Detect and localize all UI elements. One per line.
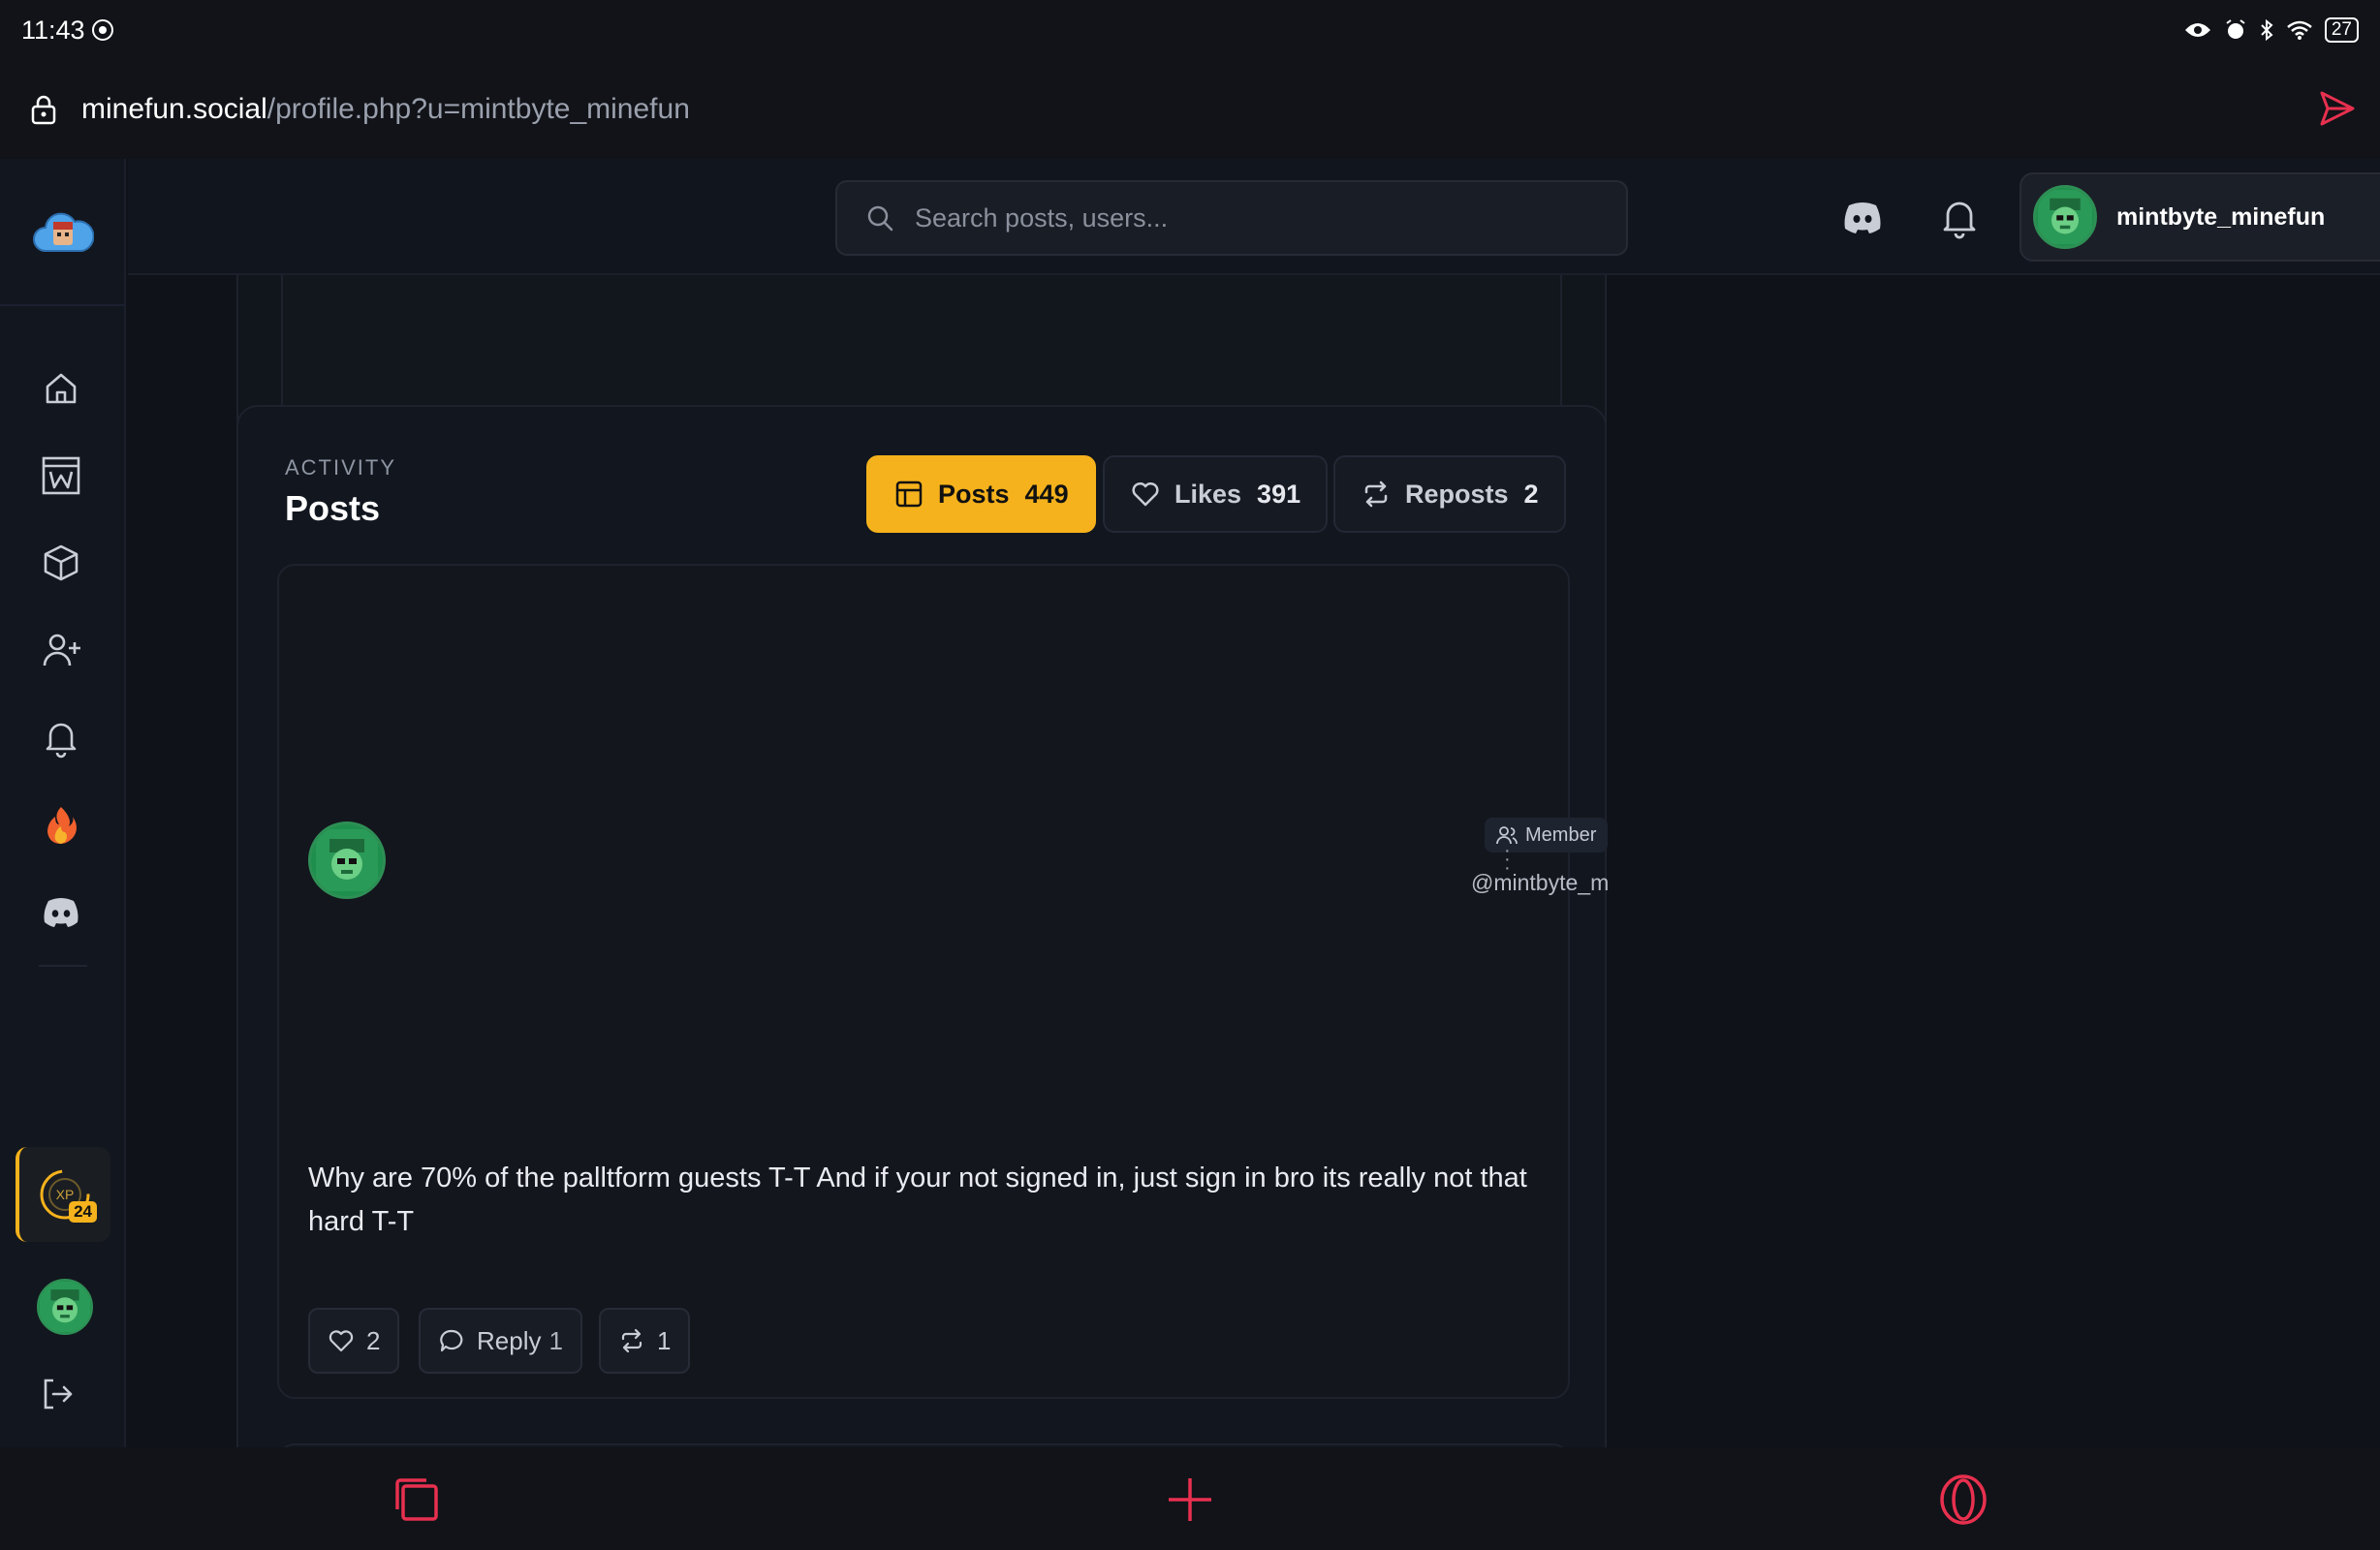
tab-likes[interactable]: Likes 391 xyxy=(1103,455,1329,533)
tabs-icon[interactable] xyxy=(390,1472,444,1527)
xp-level-card[interactable]: XP 24 xyxy=(16,1147,110,1242)
layout-icon xyxy=(895,480,923,508)
post-author-handle[interactable]: @mintbyte_m xyxy=(1471,870,1609,896)
repost-count: 1 xyxy=(657,1325,672,1355)
logout-icon xyxy=(44,1379,73,1410)
browser-bottom-bar xyxy=(0,1447,2380,1550)
wiki-icon xyxy=(42,456,80,495)
activity-card: ACTIVITY Posts Posts 449 Likes 391 Repos… xyxy=(236,405,1609,1447)
bell-icon xyxy=(46,723,77,759)
url-path: /profile.php?u=mintbyte_minefun xyxy=(266,93,690,125)
discord-icon xyxy=(44,898,78,927)
sidebar: XP 24 xyxy=(0,159,126,1447)
tab-posts[interactable]: Posts 449 xyxy=(866,455,1096,533)
tab-reposts-count: 2 xyxy=(1523,479,1539,509)
sidebar-item-home[interactable] xyxy=(31,358,91,418)
like-button[interactable]: 2 xyxy=(308,1308,400,1374)
wifi-icon xyxy=(2287,20,2312,40)
like-count: 2 xyxy=(366,1325,381,1355)
tab-posts-label: Posts xyxy=(938,479,1010,509)
app-notification-icon xyxy=(91,19,113,41)
bluetooth-icon xyxy=(2261,18,2273,42)
tab-reposts-label: Reposts xyxy=(1405,479,1509,509)
time-label: 11:43 xyxy=(21,15,85,45)
reply-button[interactable]: Reply 1 xyxy=(419,1308,582,1374)
eye-icon xyxy=(2184,23,2210,37)
cloud-logo-icon xyxy=(33,212,94,252)
reply-count: 1 xyxy=(548,1325,563,1355)
comment-icon xyxy=(440,1329,463,1352)
sidebar-item-add-friend[interactable] xyxy=(31,620,91,680)
tab-posts-count: 449 xyxy=(1024,479,1069,509)
bell-icon[interactable] xyxy=(1936,194,1983,240)
status-bar: 11:43 27 xyxy=(0,0,2380,60)
sidebar-item-notifications[interactable] xyxy=(31,707,91,767)
activity-title: Posts xyxy=(285,488,381,528)
repost-icon xyxy=(1364,480,1388,508)
xp-label: XP xyxy=(56,1187,75,1202)
sidebar-divider xyxy=(39,965,87,967)
browser-address-bar[interactable]: minefun.social/profile.php?u=mintbyte_mi… xyxy=(0,60,2380,159)
status-time: 11:43 xyxy=(21,16,114,46)
search-input[interactable] xyxy=(915,202,1593,233)
sidebar-item-items[interactable] xyxy=(31,533,91,593)
avatar-face-icon xyxy=(40,1282,90,1332)
opera-menu-icon[interactable] xyxy=(1936,1472,1990,1527)
post-card[interactable]: Member · · · @mintbyte_m Why are 70% of th… xyxy=(277,564,1609,1399)
sidebar-item-trending[interactable] xyxy=(31,794,91,854)
app-viewport: ACTIVITY Posts Posts 449 Likes 391 Repos… xyxy=(0,159,2380,1447)
battery-indicator: 27 xyxy=(2324,17,2359,43)
activity-eyebrow: ACTIVITY xyxy=(285,455,397,480)
home-icon xyxy=(46,373,77,404)
repost-button[interactable]: 1 xyxy=(599,1308,691,1374)
user-name: mintbyte_minefun xyxy=(2116,202,2326,231)
discord-icon[interactable] xyxy=(1839,194,1886,240)
search-icon xyxy=(867,205,893,232)
tab-likes-count: 391 xyxy=(1257,479,1301,509)
member-badge-label: Member xyxy=(1525,823,1597,846)
avatar-face-icon xyxy=(2038,190,2092,244)
heart-icon xyxy=(1132,481,1159,507)
avatar-face-icon xyxy=(316,829,378,891)
sidebar-profile-avatar[interactable] xyxy=(37,1279,93,1335)
system-icons: 27 xyxy=(2183,17,2359,43)
post-author-avatar[interactable] xyxy=(308,822,386,899)
xp-level-badge: 24 xyxy=(69,1201,97,1223)
lock-icon[interactable] xyxy=(27,93,60,126)
logout-button[interactable] xyxy=(27,1364,87,1424)
fire-icon xyxy=(47,807,77,844)
cube-icon xyxy=(44,544,78,581)
tab-likes-label: Likes xyxy=(1174,479,1242,509)
alarm-icon xyxy=(2226,19,2245,39)
tab-reposts[interactable]: Reposts 2 xyxy=(1333,455,1566,533)
url-text[interactable]: minefun.social/profile.php?u=mintbyte_mi… xyxy=(81,93,690,126)
send-icon[interactable] xyxy=(2318,89,2357,128)
logo[interactable] xyxy=(0,159,126,306)
sidebar-item-wiki[interactable] xyxy=(31,446,91,506)
top-header: mintbyte_minefun xyxy=(128,159,2380,275)
url-domain: minefun.social xyxy=(81,93,267,125)
repost-icon xyxy=(621,1328,642,1353)
sidebar-item-discord[interactable] xyxy=(31,882,91,942)
user-avatar xyxy=(2033,185,2097,249)
heart-icon xyxy=(329,1330,354,1352)
user-plus-icon xyxy=(43,634,80,666)
post-body: Why are 70% of the palltform guests T-T … xyxy=(308,1162,1527,1237)
reply-label: Reply xyxy=(477,1325,542,1355)
search-bar[interactable] xyxy=(835,180,1628,256)
post-menu-button[interactable]: · · · xyxy=(1504,841,1511,878)
user-menu-button[interactable]: mintbyte_minefun xyxy=(2020,172,2380,262)
new-tab-icon[interactable] xyxy=(1163,1472,1217,1527)
